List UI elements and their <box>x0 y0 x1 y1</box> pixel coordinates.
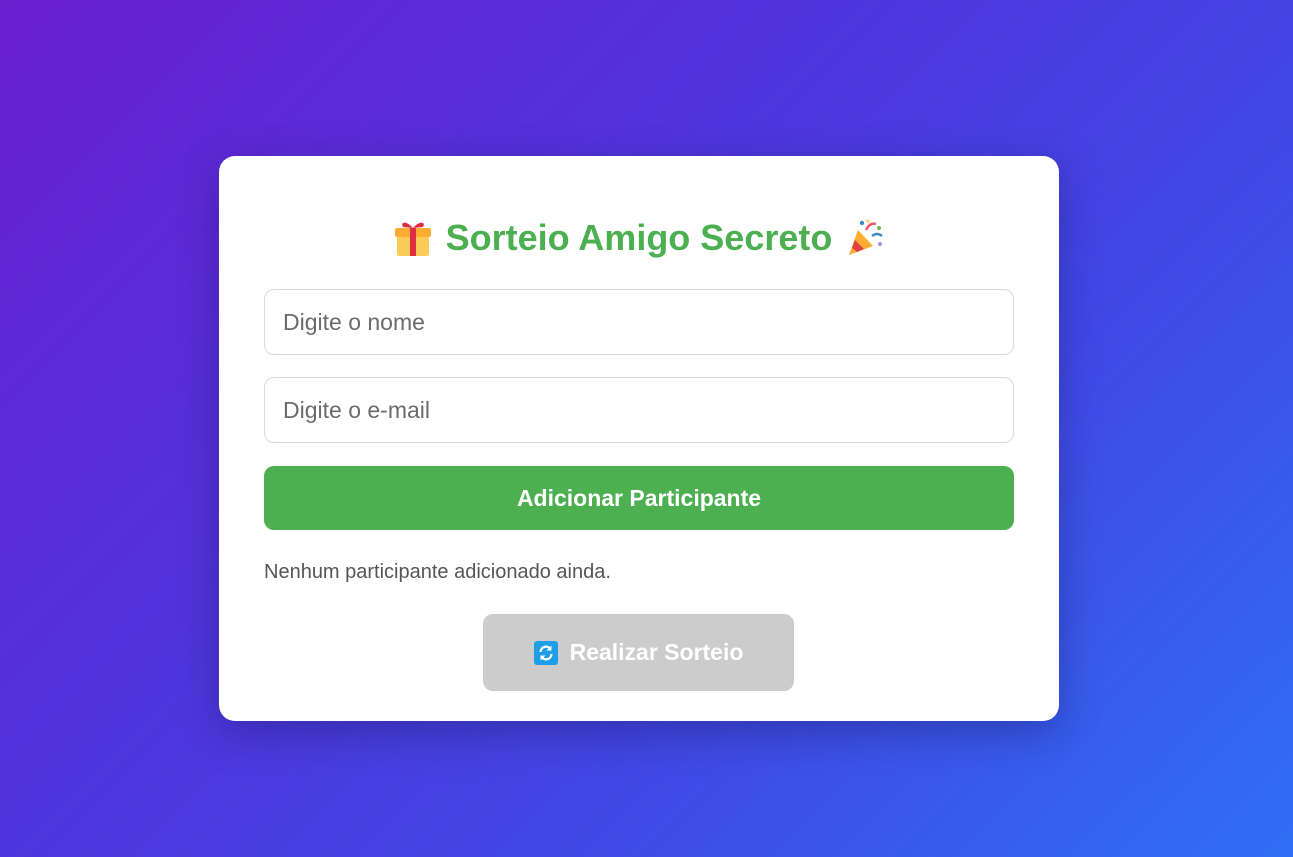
page-title: Sorteio Amigo Secreto <box>219 214 1059 262</box>
draw-button-label: Realizar Sorteio <box>569 639 744 665</box>
title-text: Sorteio Amigo Secreto <box>445 217 833 258</box>
gift-icon <box>394 222 431 256</box>
email-input[interactable] <box>264 377 1014 443</box>
name-input[interactable] <box>264 289 1014 355</box>
party-popper-icon <box>849 219 884 255</box>
draw-button[interactable]: Realizar Sorteio <box>483 614 794 691</box>
refresh-icon <box>533 640 558 665</box>
secret-santa-card: Sorteio Amigo Secreto Adicionar Particip… <box>219 156 1059 721</box>
add-participant-button[interactable]: Adicionar Participante <box>264 466 1014 530</box>
participants-empty-message: Nenhum participante adicionado ainda. <box>264 561 611 583</box>
